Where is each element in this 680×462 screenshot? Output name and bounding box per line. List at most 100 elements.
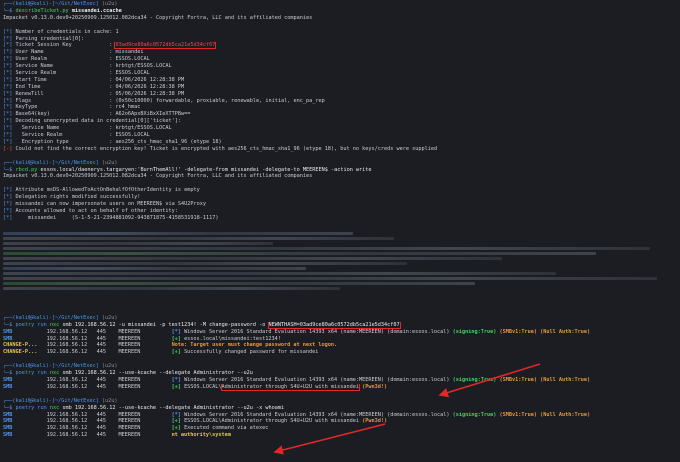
status-marker: [*] (171, 376, 185, 383)
output-text: Flags : (0x50c10000) forwardable, proxia… (12, 97, 325, 104)
command-tool: describeTicket.py (15, 7, 69, 14)
protocol-label: SMB (3, 376, 13, 383)
smb-flag: (SMBv1:True) (496, 328, 538, 335)
protocol-label: SMB (3, 328, 13, 335)
output-text: Windows Server 2016 Standard Evaluation … (184, 411, 450, 418)
port: 445 (87, 376, 106, 383)
output-text: Service Name : krbtgt/ESSOS.LOCAL (12, 63, 172, 70)
host-ip: 192.168.56.12 (31, 376, 88, 383)
output-text: missandei (S-1-5-21-2394881092-943871875… (12, 214, 219, 221)
status-marker: [*] (3, 187, 13, 194)
output-line: [*] Ticket Session Key : 03ad9ce80a6c057… (3, 42, 677, 50)
status-marker: [*] (3, 83, 13, 90)
hostname: MEEREEN (105, 418, 172, 425)
prompt-tag: (u2u) (101, 397, 118, 404)
smb-flag: (Null Auth:True) (537, 376, 591, 383)
host-ip: 192.168.56.12 (31, 383, 88, 390)
command-tool: nxc (49, 321, 60, 328)
output-text: KeyType : rc4_hmac (12, 104, 141, 111)
protocol-label: SMB (3, 432, 13, 439)
host-ip: 192.168.56.12 (31, 342, 88, 349)
status-marker: [*] (3, 35, 13, 42)
output-line: [*] Service Name : krbtgt/ESSOS.LOCAL (3, 63, 677, 70)
prompt-line: ┌──(kali㉿kali)-[~/Git/NetExec] (u2u) (3, 363, 677, 370)
prompt-line: ┌──(kali㉿kali)-[~/Git/NetExec] (u2u) (3, 398, 677, 405)
protocol-label: CHANGE-P... (3, 349, 38, 356)
smb-flag: (Null Auth:True) (537, 411, 591, 418)
host-ip: 192.168.56.12 (31, 411, 88, 418)
output-line: [*] Start Time : 04/06/2026 12:28:38 PM (3, 77, 677, 84)
output-text: Service Realm : ESSOS.LOCAL (12, 132, 150, 139)
output-line: [*] Attribute msDS-AllowedToActOnBehalfO… (3, 187, 677, 194)
port: 445 (87, 383, 106, 390)
highlighted-text: Administrator through S4U+U2U with missa… (220, 383, 360, 391)
port: 445 (87, 418, 106, 425)
prompt-symbol: └─$ poetry run (3, 321, 50, 328)
output-text: Start Time : 04/06/2026 12:28:38 PM (12, 76, 185, 83)
status-marker: [*] (3, 104, 13, 111)
protocol-label: SMB (3, 335, 13, 342)
command-line: └─$ poetry run nxc smb 192.168.56.12 -u … (3, 321, 677, 329)
status-marker: [*] (3, 63, 13, 70)
status-marker: [*] (3, 201, 13, 208)
command-line: └─$ poetry run nxc smb 192.168.56.12 --u… (3, 370, 677, 377)
prompt-tag: (u2u) (101, 1, 118, 7)
port: 445 (87, 328, 106, 335)
output-text: Successfully changed password for missan… (184, 349, 319, 356)
status-marker: [*] (3, 90, 13, 97)
status-marker: [*] (3, 56, 13, 63)
prompt-line: ┌──(kali㉿kali)-[~/Git/NetExec] (u2u) (3, 315, 677, 322)
status-marker: [+] (171, 418, 185, 425)
output-text: missandei can now impersonate users on M… (12, 201, 207, 208)
nxc-output: SMB 192.168.56.12 445 MEEREEN [*] Window… (3, 412, 677, 440)
prompt-line: ┌──(kali㉿kali)-[~/Git/NetExec] (u2u) (3, 160, 677, 167)
output-line: [*] Service Name : krbtgt/ESSOS.LOCAL (3, 125, 677, 132)
output-line: [*] Service Realm : ESSOS.LOCAL (3, 70, 677, 77)
output-line: [*] Parsing credential[0]: (3, 36, 677, 43)
output-text: RenewTill : 05/06/2026 12:28:38 PM (12, 90, 185, 97)
host-ip: 192.168.56.12 (31, 328, 88, 335)
status-marker: [*] (3, 97, 13, 104)
impacket-banner: Impacket v0.13.0.dev0+20250909.125012.08… (3, 14, 313, 21)
host-ip: 192.168.56.12 (31, 425, 88, 432)
output-line: [*] missandei can now impersonate users … (3, 201, 677, 208)
output-line: [*] RenewTill : 05/06/2026 12:28:38 PM (3, 91, 677, 98)
output-line: [*] Accounts allowed to act on behalf of… (3, 208, 677, 215)
protocol-label: SMB (3, 383, 13, 390)
output-line: [*] KeyType : rc4_hmac (3, 104, 677, 111)
output-text: User Name : missandei (12, 49, 144, 56)
nxc-row: SMB 192.168.56.12 445 MEEREEN [*] Window… (3, 329, 677, 336)
output-text: Could not find the correct encryption ke… (12, 145, 438, 152)
command-tool: nxc (49, 370, 60, 377)
status-marker: [+] (171, 349, 185, 356)
port: 445 (87, 335, 106, 342)
status-marker: [*] (3, 70, 13, 77)
nxc-row: CHANGE-P... 192.168.56.12 445 MEEREEN [+… (3, 349, 677, 356)
output-line: [*] Decoding unencrypted data in credent… (3, 118, 677, 125)
output-line: [-] Could not find the correct encryptio… (3, 146, 677, 153)
output-line: [*] Delegation rights modified successfu… (3, 194, 677, 201)
status-marker: [+] (171, 335, 185, 342)
nxc-row: CHANGE-P... 192.168.56.12 445 MEEREEN No… (3, 342, 677, 349)
hostname: MEEREEN (105, 411, 172, 418)
describe-ticket-output: [*] Number of credentials in cache: 1 [*]… (3, 29, 677, 153)
command-line: └─$ rbcd.py essos.local/daenerys.targary… (3, 167, 677, 174)
smb-flag: (signing:True) (449, 411, 497, 418)
output-line: [*] Service Realm : ESSOS.LOCAL (3, 132, 677, 139)
status-marker: [*] (3, 42, 13, 49)
nxc-row: SMB 192.168.56.12 445 MEEREEN [+] Execut… (3, 425, 677, 432)
terminal[interactable]: ┌──(kali㉿kali)-[~/Git/NetExec] (u2u) └─$… (3, 1, 677, 439)
nxc-output: SMB 192.168.56.12 445 MEEREEN [*] Window… (3, 377, 677, 391)
output-text: Note: Target user must change password a… (171, 342, 338, 349)
command-args: essos.local/daenerys.targaryen:'BurnThem… (37, 166, 372, 173)
prompt-symbol: └─$ poetry run (3, 404, 50, 411)
prompt-symbol: └─$ poetry run (3, 370, 50, 377)
nxc-row: SMB 192.168.56.12 445 MEEREEN [+] essos.… (3, 336, 677, 343)
hostname: MEEREEN (105, 349, 172, 356)
output-text: Service Name : krbtgt/ESSOS.LOCAL (12, 125, 172, 132)
prompt-path: ┌──(kali㉿kali)-[~/Git/NetExec] (3, 159, 99, 166)
status-marker: [*] (171, 328, 185, 335)
status-marker: [*] (3, 138, 13, 145)
impacket-banner: Impacket v0.13.0.dev0+20250909.125012.08… (3, 173, 313, 180)
protocol-label: CHANGE-P... (3, 342, 38, 349)
